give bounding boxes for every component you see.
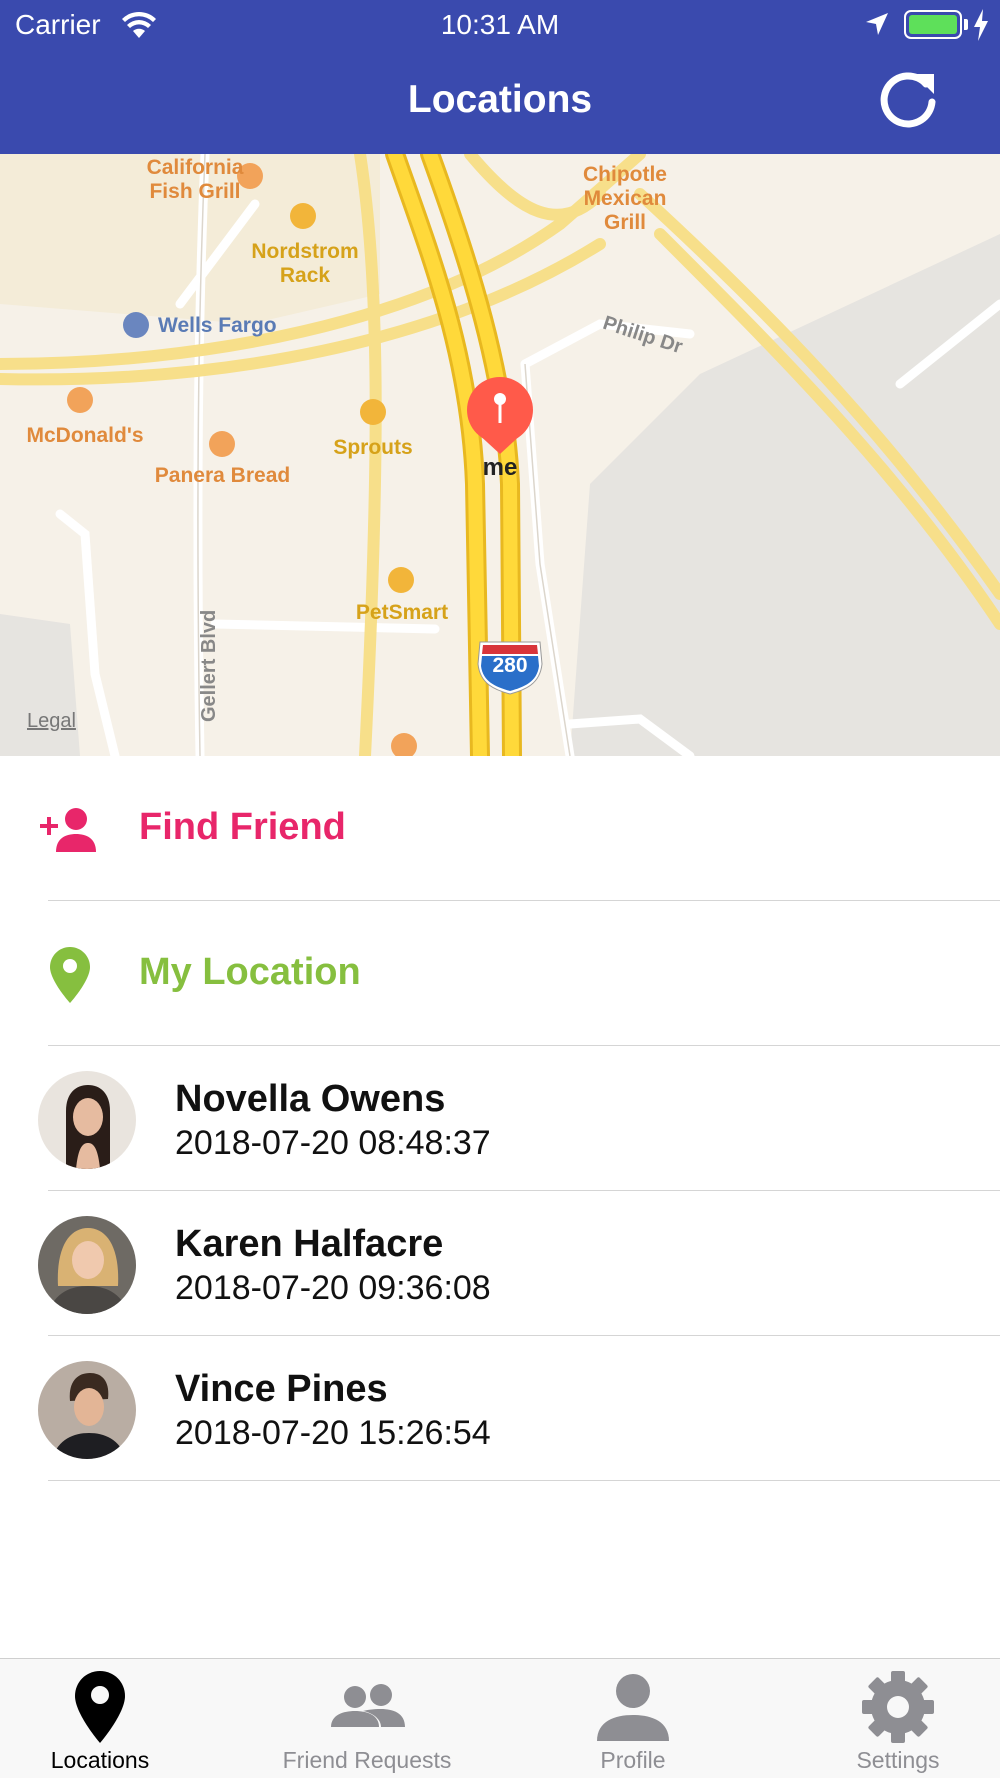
friend-row[interactable]: Vince Pines 2018-07-20 15:26:54 — [0, 1336, 1000, 1481]
friend-name: Novella Owens — [175, 1078, 446, 1120]
location-pin-icon — [50, 947, 90, 1003]
my-location-row[interactable]: My Location — [0, 901, 1000, 1046]
tab-settings[interactable]: Settings — [773, 1659, 1000, 1778]
tab-label: Profile — [600, 1747, 666, 1773]
find-friend-row[interactable]: Find Friend — [0, 756, 1000, 901]
avatar — [38, 1071, 136, 1169]
avatar — [38, 1216, 136, 1314]
poi-sprouts[interactable]: Sprouts — [323, 436, 423, 460]
friend-timestamp: 2018-07-20 09:36:08 — [175, 1269, 491, 1307]
my-location-label: My Location — [139, 951, 361, 993]
poi-california-fish-grill[interactable]: California Fish Grill — [110, 156, 280, 204]
tab-locations[interactable]: Locations — [0, 1659, 225, 1778]
map-legal-link[interactable]: Legal — [27, 710, 76, 733]
poi-nordstrom-rack[interactable]: Nordstrom Rack — [230, 240, 380, 288]
tab-friend-requests[interactable]: Friend Requests — [242, 1659, 492, 1778]
gear-icon — [862, 1671, 934, 1743]
poi-chipotle[interactable]: Chipotle Mexican Grill — [560, 163, 690, 235]
poi-panera-bread[interactable]: Panera Bread — [140, 464, 305, 488]
interstate-shield-label: 280 — [492, 654, 528, 677]
friend-row[interactable]: Karen Halfacre 2018-07-20 09:36:08 — [0, 1191, 1000, 1336]
battery-icon — [904, 10, 962, 39]
refresh-icon[interactable] — [876, 68, 940, 132]
friend-name: Karen Halfacre — [175, 1223, 444, 1265]
row-divider — [48, 1480, 1000, 1481]
status-time: 10:31 AM — [440, 9, 560, 40]
find-friend-label: Find Friend — [139, 806, 346, 848]
battery-cap — [964, 19, 968, 30]
person-icon — [597, 1674, 669, 1741]
road-label-gellert-blvd: Gellert Blvd — [198, 609, 220, 722]
tab-label: Locations — [50, 1747, 150, 1773]
tab-bar: Locations Friend Requests Profile Settin… — [0, 1658, 1000, 1778]
tab-profile[interactable]: Profile — [508, 1659, 758, 1778]
friend-name: Vince Pines — [175, 1368, 388, 1410]
status-bar: Carrier 10:31 AM — [0, 0, 1000, 50]
map-view[interactable]: California Fish Grill Nordstrom Rack Chi… — [0, 154, 1000, 756]
navigation-header: Carrier 10:31 AM Locations — [0, 0, 1000, 154]
poi-wells-fargo[interactable]: Wells Fargo — [158, 314, 298, 338]
location-pin-icon — [75, 1671, 125, 1743]
people-icon — [331, 1684, 405, 1727]
friend-timestamp: 2018-07-20 15:26:54 — [175, 1414, 491, 1452]
friend-row[interactable]: Novella Owens 2018-07-20 08:48:37 — [0, 1046, 1000, 1191]
location-arrow-icon — [866, 13, 888, 35]
add-person-icon — [40, 808, 96, 852]
poi-mcdonalds[interactable]: McDonald's — [10, 424, 160, 448]
poi-petsmart[interactable]: PetSmart — [340, 601, 464, 625]
charging-bolt-icon — [974, 9, 988, 41]
friend-timestamp: 2018-07-20 08:48:37 — [175, 1124, 491, 1162]
tab-label: Settings — [856, 1747, 940, 1773]
page-title: Locations — [407, 78, 593, 121]
avatar — [38, 1361, 136, 1459]
me-marker-label[interactable]: me — [470, 454, 530, 482]
tab-label: Friend Requests — [282, 1747, 452, 1773]
